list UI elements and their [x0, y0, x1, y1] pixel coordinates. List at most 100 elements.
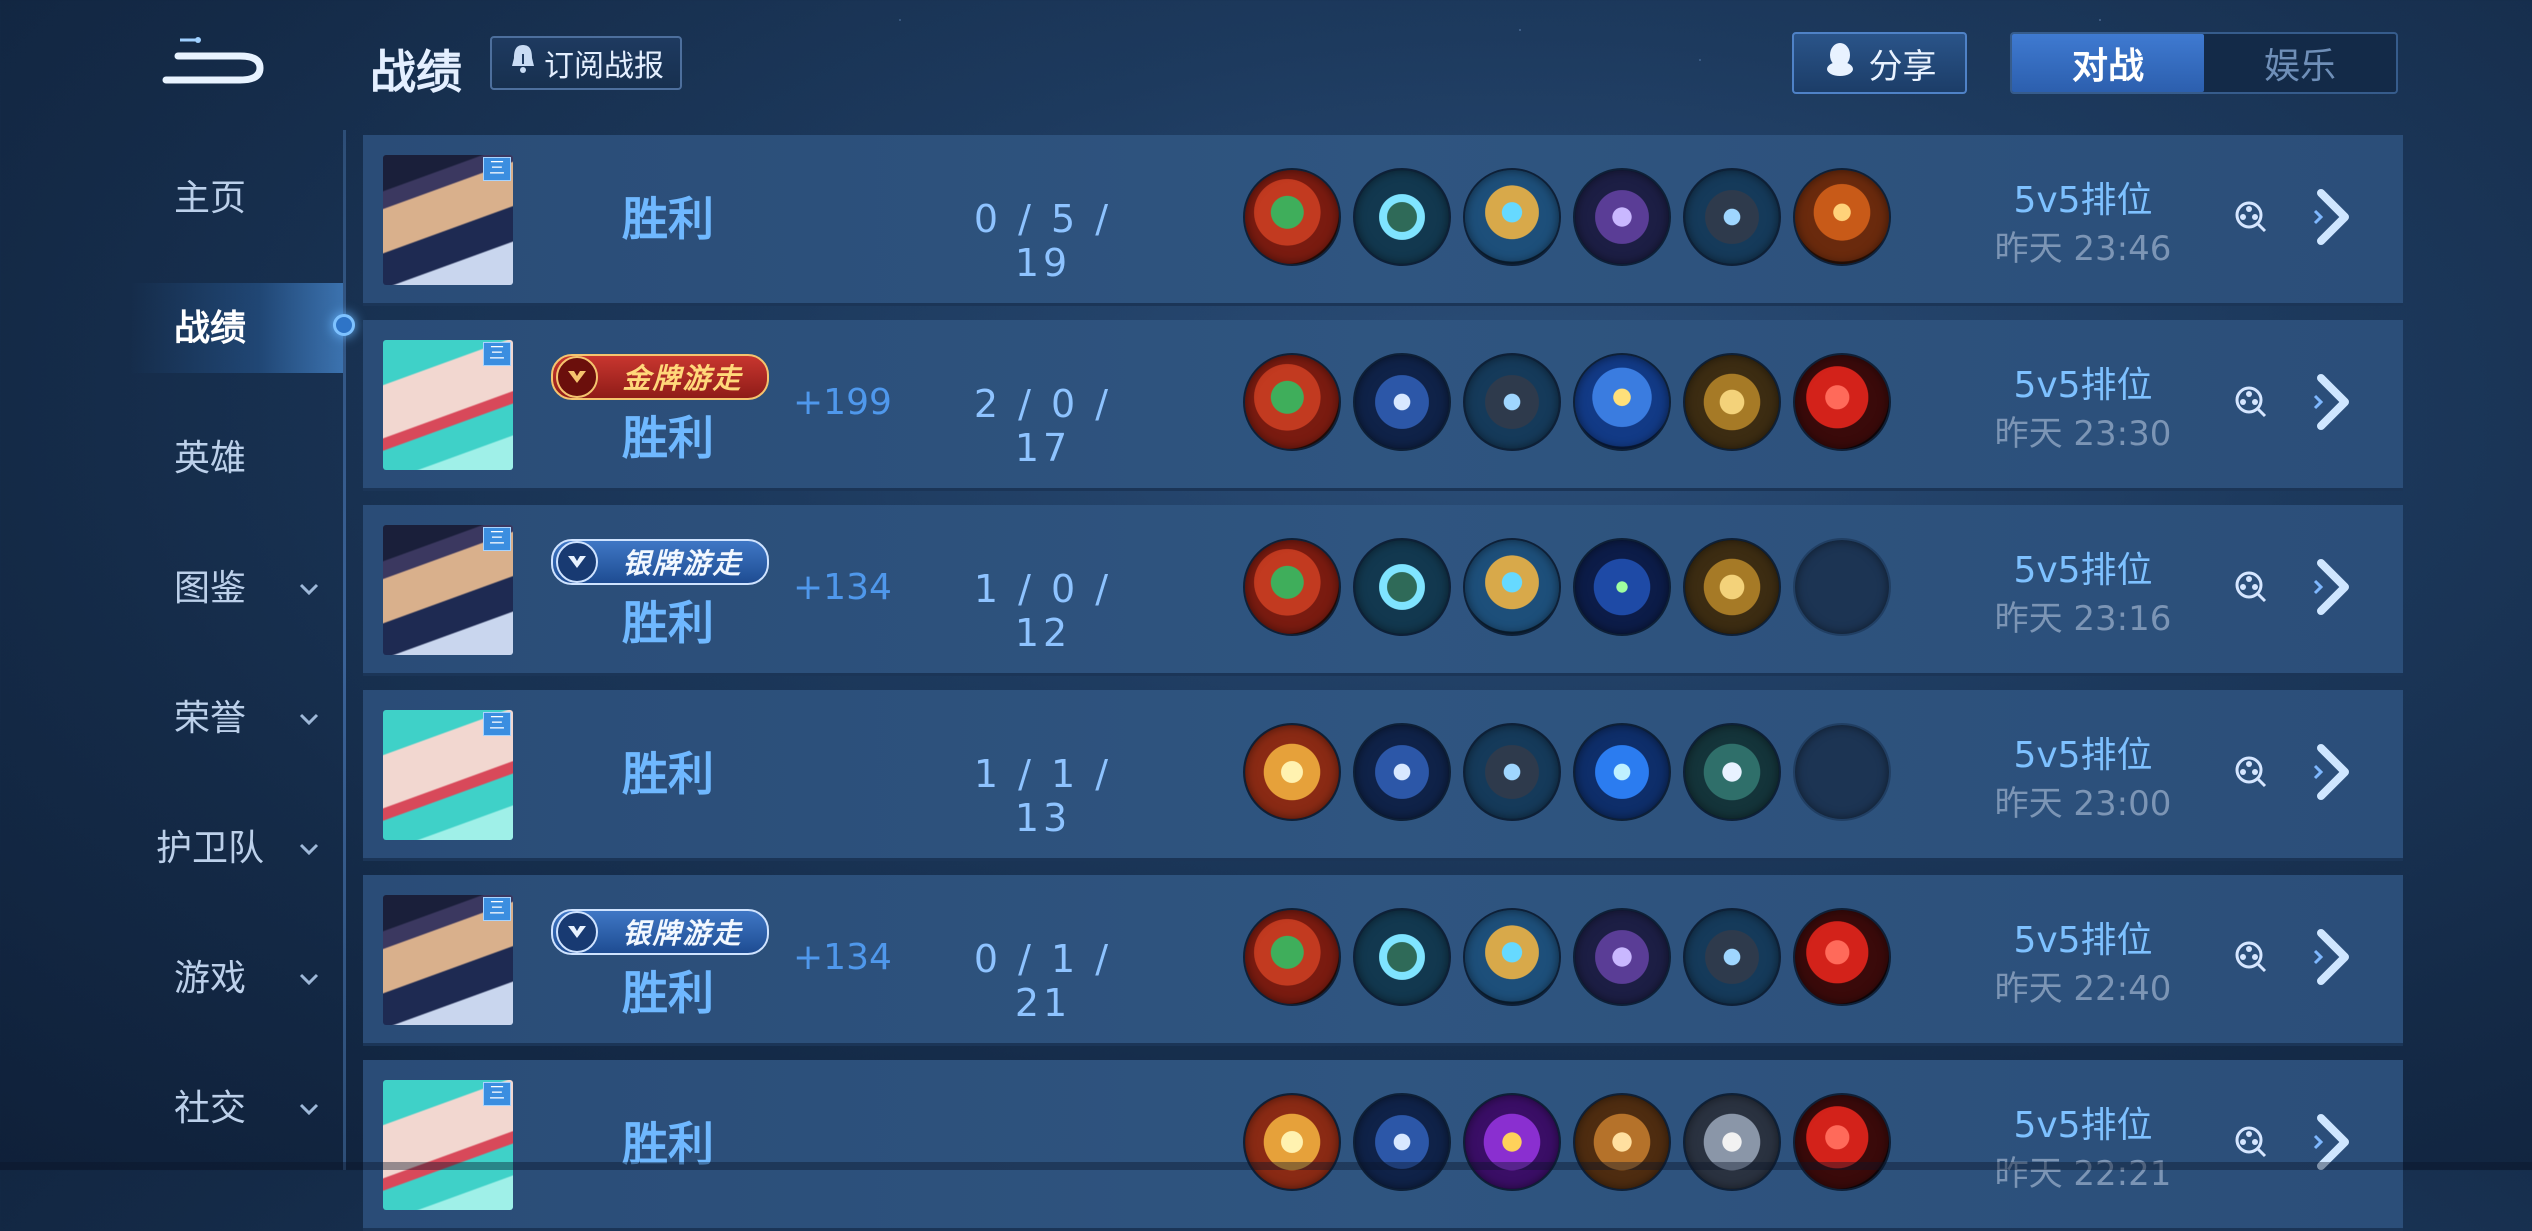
match-time: 昨天 23:30: [1994, 414, 2172, 454]
gold-helm-icon: [1463, 538, 1561, 636]
match-result: 胜利: [622, 411, 714, 465]
match-row[interactable]: 三银牌游走 胜利 +134 1 / 0 / 12 5v5排位 昨天 23:16: [363, 505, 2403, 676]
bottom-edge: [0, 1162, 2532, 1170]
replay-icon[interactable]: [2233, 1124, 2269, 1160]
blue-boots-icon: [1353, 353, 1451, 451]
match-result: 胜利: [622, 966, 714, 1020]
chevron-right-icon[interactable]: [2313, 557, 2357, 617]
silver-medal-badge: 银牌游走: [551, 539, 769, 585]
red-gem-icon: [1793, 908, 1891, 1006]
back-icon[interactable]: [160, 30, 270, 90]
sidebar-item-codex[interactable]: 图鉴: [0, 540, 345, 630]
gold-skirt-icon: [1683, 353, 1781, 451]
sidebar-item-guard[interactable]: 护卫队: [0, 800, 345, 890]
hero-avatar: 三: [383, 895, 513, 1025]
replay-icon[interactable]: [2233, 939, 2269, 975]
chevron-right-icon[interactable]: [2313, 187, 2357, 247]
game-mode: 5v5排位: [2013, 920, 2153, 961]
equipment-list: [1243, 1093, 1891, 1191]
medal-emblem-icon: [556, 911, 598, 953]
game-mode: 5v5排位: [2013, 365, 2153, 406]
sidebar-item-label: 战绩: [173, 308, 246, 349]
game-mode: 5v5排位: [2013, 550, 2153, 591]
match-row[interactable]: 三银牌游走 胜利 +134 0 / 1 / 21 5v5排位 昨天 22:40: [363, 875, 2403, 1046]
match-row[interactable]: 三胜利 0 / 5 / 19 5v5排位 昨天 23:46: [363, 135, 2403, 306]
replay-icon[interactable]: [2233, 384, 2269, 420]
share-label: 分享: [1868, 46, 1937, 87]
gold-wing-item-icon: [1243, 1093, 1341, 1191]
gold-helm-icon: [1463, 908, 1561, 1006]
kda-stats: 1 / 0 / 12: [973, 567, 1113, 655]
subscribe-report-button[interactable]: 订阅战报: [490, 36, 682, 90]
medal-emblem-icon: [556, 541, 598, 583]
match-row[interactable]: 三胜利 1 / 1 / 13 5v5排位 昨天 23:00: [363, 690, 2403, 861]
green-jade-item-icon: [1243, 168, 1341, 266]
chevron-right-icon[interactable]: [2313, 372, 2357, 432]
tab-battle[interactable]: 对战: [2012, 34, 2204, 92]
sidebar-item-label: 主页: [173, 178, 246, 219]
sidebar-item-label: 英雄: [173, 438, 246, 479]
game-mode: 5v5排位: [2013, 180, 2153, 221]
equipment-list: [1243, 538, 1891, 636]
hero-level-badge: 三: [483, 157, 511, 181]
empty-item-slot: [1793, 723, 1891, 821]
match-result: 胜利: [622, 596, 714, 650]
hero-level-badge: 三: [483, 712, 511, 736]
sidebar-item-label: 荣誉: [173, 698, 246, 739]
empty-item-slot: [1793, 538, 1891, 636]
medal-label: 银牌游走: [622, 917, 743, 950]
equipment-list: [1243, 908, 1891, 1006]
page-title: 战绩: [370, 45, 462, 99]
sidebar-item-social[interactable]: 社交: [0, 1060, 345, 1150]
dark-armor-icon: [1683, 168, 1781, 266]
chevron-down-icon: [296, 1090, 322, 1116]
chevron-down-icon: [296, 570, 322, 596]
qq-penguin-icon: [1823, 40, 1857, 87]
hero-avatar: 三: [383, 155, 513, 285]
match-row[interactable]: 三胜利 5v5排位 昨天 22:21: [363, 1060, 2403, 1231]
purple-armor-icon: [1573, 168, 1671, 266]
gold-medal-badge: 金牌游走: [551, 354, 769, 400]
replay-icon[interactable]: [2233, 754, 2269, 790]
replay-icon[interactable]: [2233, 569, 2269, 605]
hero-level-badge: 三: [483, 897, 511, 921]
sidebar-item-label: 社交: [173, 1088, 246, 1129]
teal-scroll-icon: [1683, 723, 1781, 821]
green-jade-item-icon: [1243, 908, 1341, 1006]
purple-armor-icon: [1573, 908, 1671, 1006]
green-jade-item-icon: [1243, 353, 1341, 451]
chevron-right-icon[interactable]: [2313, 742, 2357, 802]
sidebar-item-label: 图鉴: [173, 568, 246, 609]
chevron-right-icon[interactable]: [2313, 927, 2357, 987]
match-time: 昨天 22:40: [1994, 969, 2172, 1009]
green-jade-item-icon: [1243, 538, 1341, 636]
dark-armor-icon: [1463, 723, 1561, 821]
hero-avatar: 三: [383, 525, 513, 655]
game-mode: 5v5排位: [2013, 735, 2153, 776]
dark-armor-icon: [1463, 353, 1561, 451]
equipment-list: [1243, 723, 1891, 821]
cyan-boots-icon: [1353, 538, 1451, 636]
replay-icon[interactable]: [2233, 199, 2269, 235]
sidebar-item-game[interactable]: 游戏: [0, 930, 345, 1020]
tab-entertainment[interactable]: 娱乐: [2204, 34, 2396, 92]
blue-gold-armor-icon: [1573, 353, 1671, 451]
mode-tabs: 对战 娱乐: [2010, 32, 2398, 94]
sidebar-item-heroes[interactable]: 英雄: [0, 410, 345, 500]
medal-emblem-icon: [556, 356, 598, 398]
match-time: 昨天 23:46: [1994, 229, 2172, 269]
hero-level-badge: 三: [483, 342, 511, 366]
chevron-down-icon: [296, 700, 322, 726]
medal-label: 银牌游走: [622, 547, 743, 580]
share-button[interactable]: 分享: [1792, 32, 1967, 94]
sidebar-item-home[interactable]: 主页: [0, 150, 345, 240]
match-time: 昨天 23:16: [1994, 599, 2172, 639]
sidebar-item-honor[interactable]: 荣誉: [0, 670, 345, 760]
sidebar-item-record[interactable]: 战绩: [0, 280, 345, 370]
cyan-boots-icon: [1353, 908, 1451, 1006]
chevron-down-icon: [296, 960, 322, 986]
match-row[interactable]: 三金牌游走 胜利 +199 2 / 0 / 17 5v5排位 昨天 23:30: [363, 320, 2403, 491]
silver-medal-badge: 银牌游走: [551, 909, 769, 955]
hero-level-badge: 三: [483, 1082, 511, 1106]
medal-label: 金牌游走: [622, 362, 743, 395]
